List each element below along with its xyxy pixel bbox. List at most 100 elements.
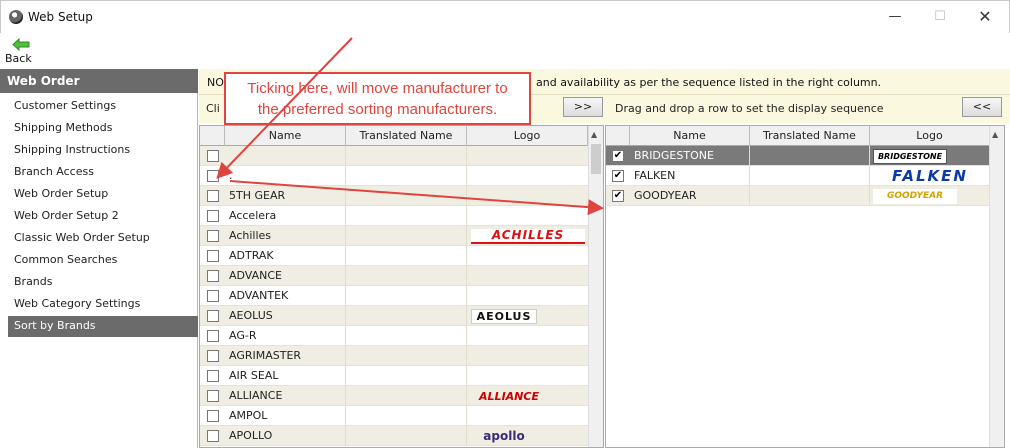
row-translated-name: [346, 186, 467, 206]
falken-logo: FALKEN: [892, 167, 968, 185]
row-translated-name: [346, 166, 467, 186]
row-checkbox[interactable]: [207, 250, 219, 262]
title-bar: Web Setup — ☐ ✕: [0, 0, 1010, 33]
row-translated-name: [750, 166, 870, 186]
right-grid-scrollbar[interactable]: ▲: [989, 126, 1004, 447]
row-checkbox[interactable]: [207, 190, 219, 202]
close-button[interactable]: ✕: [971, 6, 999, 30]
table-row[interactable]: AGRIMASTER: [200, 346, 588, 366]
sidebar-item-web-order-setup[interactable]: Web Order Setup: [8, 184, 198, 205]
row-name: AG-R: [225, 326, 346, 346]
table-row[interactable]: ADVANCE: [200, 266, 588, 286]
row-translated-name: [346, 246, 467, 266]
scroll-thumb[interactable]: [591, 144, 601, 174]
row-logo: [467, 266, 588, 286]
notice-prefix: NO: [207, 76, 224, 89]
sidebar-item-brands[interactable]: Brands: [8, 272, 198, 293]
table-row[interactable]: AEOLUS AEOLUS: [200, 306, 588, 326]
row-logo: GOODYEAR: [870, 186, 990, 206]
annotation-callout: Ticking here, will move manufacturer to …: [224, 72, 531, 125]
row-logo: apollo: [467, 426, 588, 446]
left-grid-scrollbar[interactable]: ▲: [588, 126, 603, 447]
row-name: Achilles: [225, 226, 346, 246]
move-left-button[interactable]: <<: [962, 97, 1002, 117]
table-row[interactable]: AG-R: [200, 326, 588, 346]
row-name: ALLIANCE: [225, 386, 346, 406]
apollo-logo: apollo: [483, 429, 525, 443]
table-row[interactable]: Achilles ACHILLES: [200, 226, 588, 246]
header-logo[interactable]: Logo: [467, 126, 588, 146]
row-checkbox[interactable]: [207, 290, 219, 302]
sidebar-item-common-searches[interactable]: Common Searches: [8, 250, 198, 271]
maximize-button[interactable]: ☐: [926, 6, 954, 30]
table-row[interactable]: AIR SEAL: [200, 366, 588, 386]
table-row[interactable]: APOLLO apollo: [200, 426, 588, 446]
header-check: [606, 126, 630, 146]
sidebar-item-shipping-methods[interactable]: Shipping Methods: [8, 118, 198, 139]
table-row[interactable]: ✔ BRIDGESTONE BRIDGESTONE: [606, 146, 990, 166]
window-title: Web Setup: [28, 10, 93, 24]
row-checkbox[interactable]: [207, 410, 219, 422]
row-checkbox[interactable]: [207, 210, 219, 222]
row-checkbox[interactable]: ✔: [612, 170, 624, 182]
header-logo[interactable]: Logo: [870, 126, 990, 146]
row-name: AMPOL: [225, 406, 346, 426]
row-checkbox[interactable]: [207, 430, 219, 442]
table-row[interactable]: ADVANTEK: [200, 286, 588, 306]
table-row[interactable]: 5TH GEAR: [200, 186, 588, 206]
row-name: ADVANCE: [225, 266, 346, 286]
row-logo: [467, 286, 588, 306]
row-name: .: [225, 166, 346, 186]
sidebar-item-customer-settings[interactable]: Customer Settings: [8, 96, 198, 117]
row-name: AGRIMASTER: [225, 346, 346, 366]
sidebar-item-branch-access[interactable]: Branch Access: [8, 162, 198, 183]
sidebar-item-web-order-setup-2[interactable]: Web Order Setup 2: [8, 206, 198, 227]
bridgestone-logo: BRIDGESTONE: [873, 149, 947, 164]
row-name: ADVANTEK: [225, 286, 346, 306]
row-logo: AEOLUS: [467, 306, 588, 326]
row-checkbox[interactable]: [207, 310, 219, 322]
sidebar-item-sort-by-brands[interactable]: Sort by Brands: [8, 316, 198, 337]
row-logo: [467, 166, 588, 186]
table-row[interactable]: ✔ GOODYEAR GOODYEAR: [606, 186, 990, 206]
row-checkbox[interactable]: [207, 150, 219, 162]
alliance-logo: ALLIANCE: [479, 390, 539, 403]
toolbar: Back: [0, 33, 1010, 67]
row-translated-name: [346, 366, 467, 386]
row-checkbox[interactable]: [207, 170, 219, 182]
header-translated-name[interactable]: Translated Name: [750, 126, 870, 146]
row-checkbox[interactable]: [207, 270, 219, 282]
row-logo: [467, 206, 588, 226]
sidebar-item-web-category-settings[interactable]: Web Category Settings: [8, 294, 198, 315]
table-row[interactable]: ✔ FALKEN FALKEN: [606, 166, 990, 186]
table-row[interactable]: ADTRAK: [200, 246, 588, 266]
grid-header: Name Translated Name Logo: [200, 126, 588, 146]
table-row[interactable]: Accelera: [200, 206, 588, 226]
minimize-button[interactable]: —: [881, 6, 909, 30]
row-checkbox[interactable]: ✔: [612, 190, 624, 202]
sidebar-item-classic-web-order-setup[interactable]: Classic Web Order Setup: [8, 228, 198, 249]
table-row[interactable]: AMPOL: [200, 406, 588, 426]
scroll-up-icon[interactable]: ▲: [591, 130, 597, 139]
move-right-button[interactable]: >>: [563, 97, 603, 117]
header-name[interactable]: Name: [225, 126, 346, 146]
row-checkbox[interactable]: [207, 330, 219, 342]
row-name: 5TH GEAR: [225, 186, 346, 206]
sidebar-header: Web Order: [0, 69, 198, 93]
scroll-up-icon[interactable]: ▲: [992, 130, 998, 139]
row-checkbox[interactable]: [207, 370, 219, 382]
table-row[interactable]: ALLIANCE ALLIANCE: [200, 386, 588, 406]
row-checkbox[interactable]: [207, 350, 219, 362]
aeolus-logo: AEOLUS: [471, 309, 537, 324]
table-row[interactable]: .: [200, 166, 588, 186]
row-checkbox[interactable]: [207, 390, 219, 402]
header-translated-name[interactable]: Translated Name: [346, 126, 467, 146]
row-checkbox[interactable]: ✔: [612, 150, 624, 162]
row-translated-name: [346, 386, 467, 406]
sidebar-item-shipping-instructions[interactable]: Shipping Instructions: [8, 140, 198, 161]
row-checkbox[interactable]: [207, 230, 219, 242]
header-name[interactable]: Name: [630, 126, 750, 146]
table-row[interactable]: [200, 146, 588, 166]
row-translated-name: [346, 286, 467, 306]
back-button[interactable]: Back: [4, 36, 40, 66]
